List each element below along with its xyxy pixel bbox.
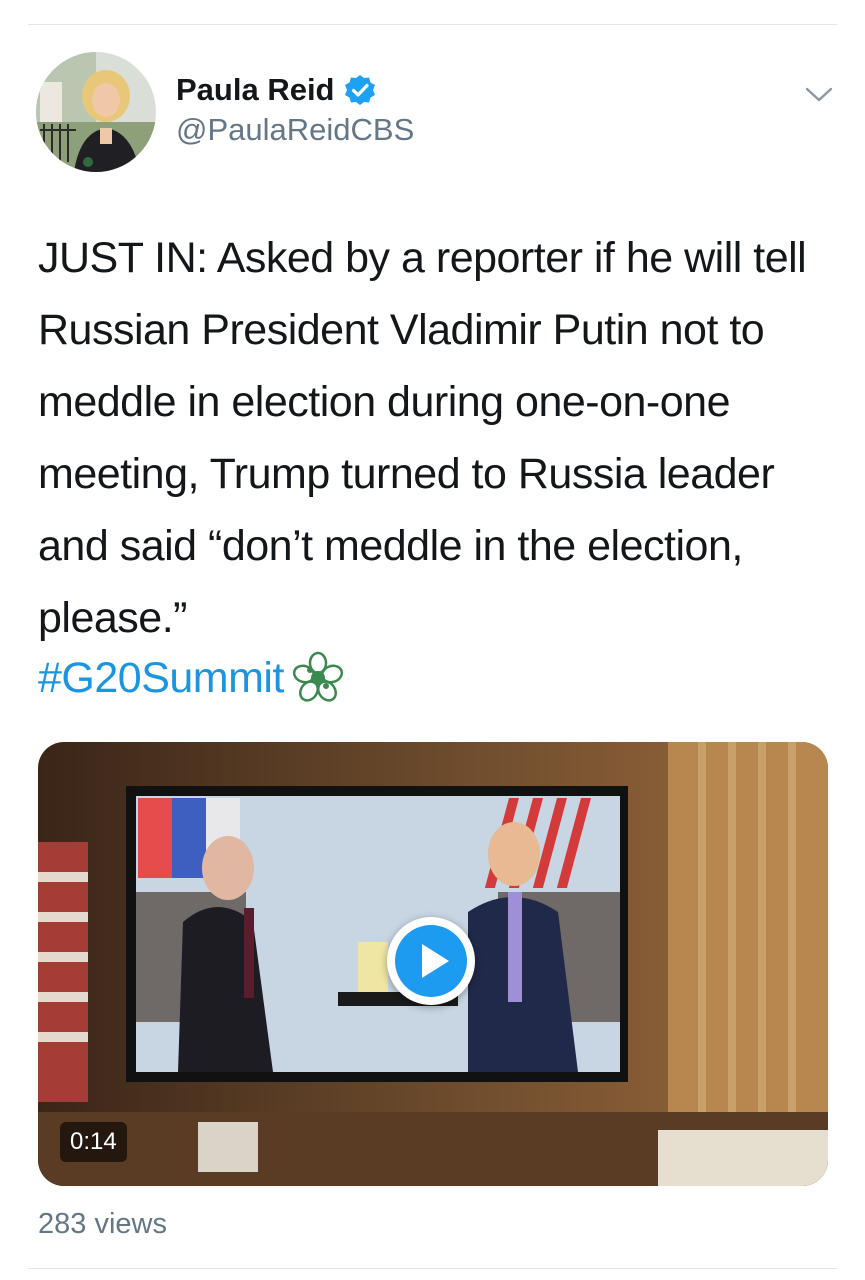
- tweet-text: JUST IN: Asked by a reporter if he will …: [38, 234, 807, 642]
- top-divider: [28, 24, 837, 25]
- author-display-name[interactable]: Paula Reid: [176, 72, 335, 108]
- video-player[interactable]: 0:14: [38, 742, 828, 1186]
- bottom-divider: [28, 1268, 837, 1269]
- author-handle[interactable]: @PaulaReidCBS: [176, 112, 414, 148]
- verified-badge-icon: [343, 73, 377, 107]
- avatar[interactable]: [36, 52, 156, 172]
- chevron-down-icon[interactable]: [802, 82, 836, 106]
- play-button[interactable]: [387, 917, 475, 1005]
- hashtag-link[interactable]: #G20Summit: [38, 654, 284, 703]
- g20-flower-emoji-icon: [290, 650, 346, 706]
- author-name-row[interactable]: Paula Reid: [176, 72, 377, 108]
- view-count: 283 views: [38, 1208, 167, 1240]
- play-triangle: [422, 944, 449, 978]
- video-duration-badge: 0:14: [60, 1122, 127, 1162]
- play-icon: [395, 925, 467, 997]
- hashtag-row: #G20Summit: [38, 650, 346, 706]
